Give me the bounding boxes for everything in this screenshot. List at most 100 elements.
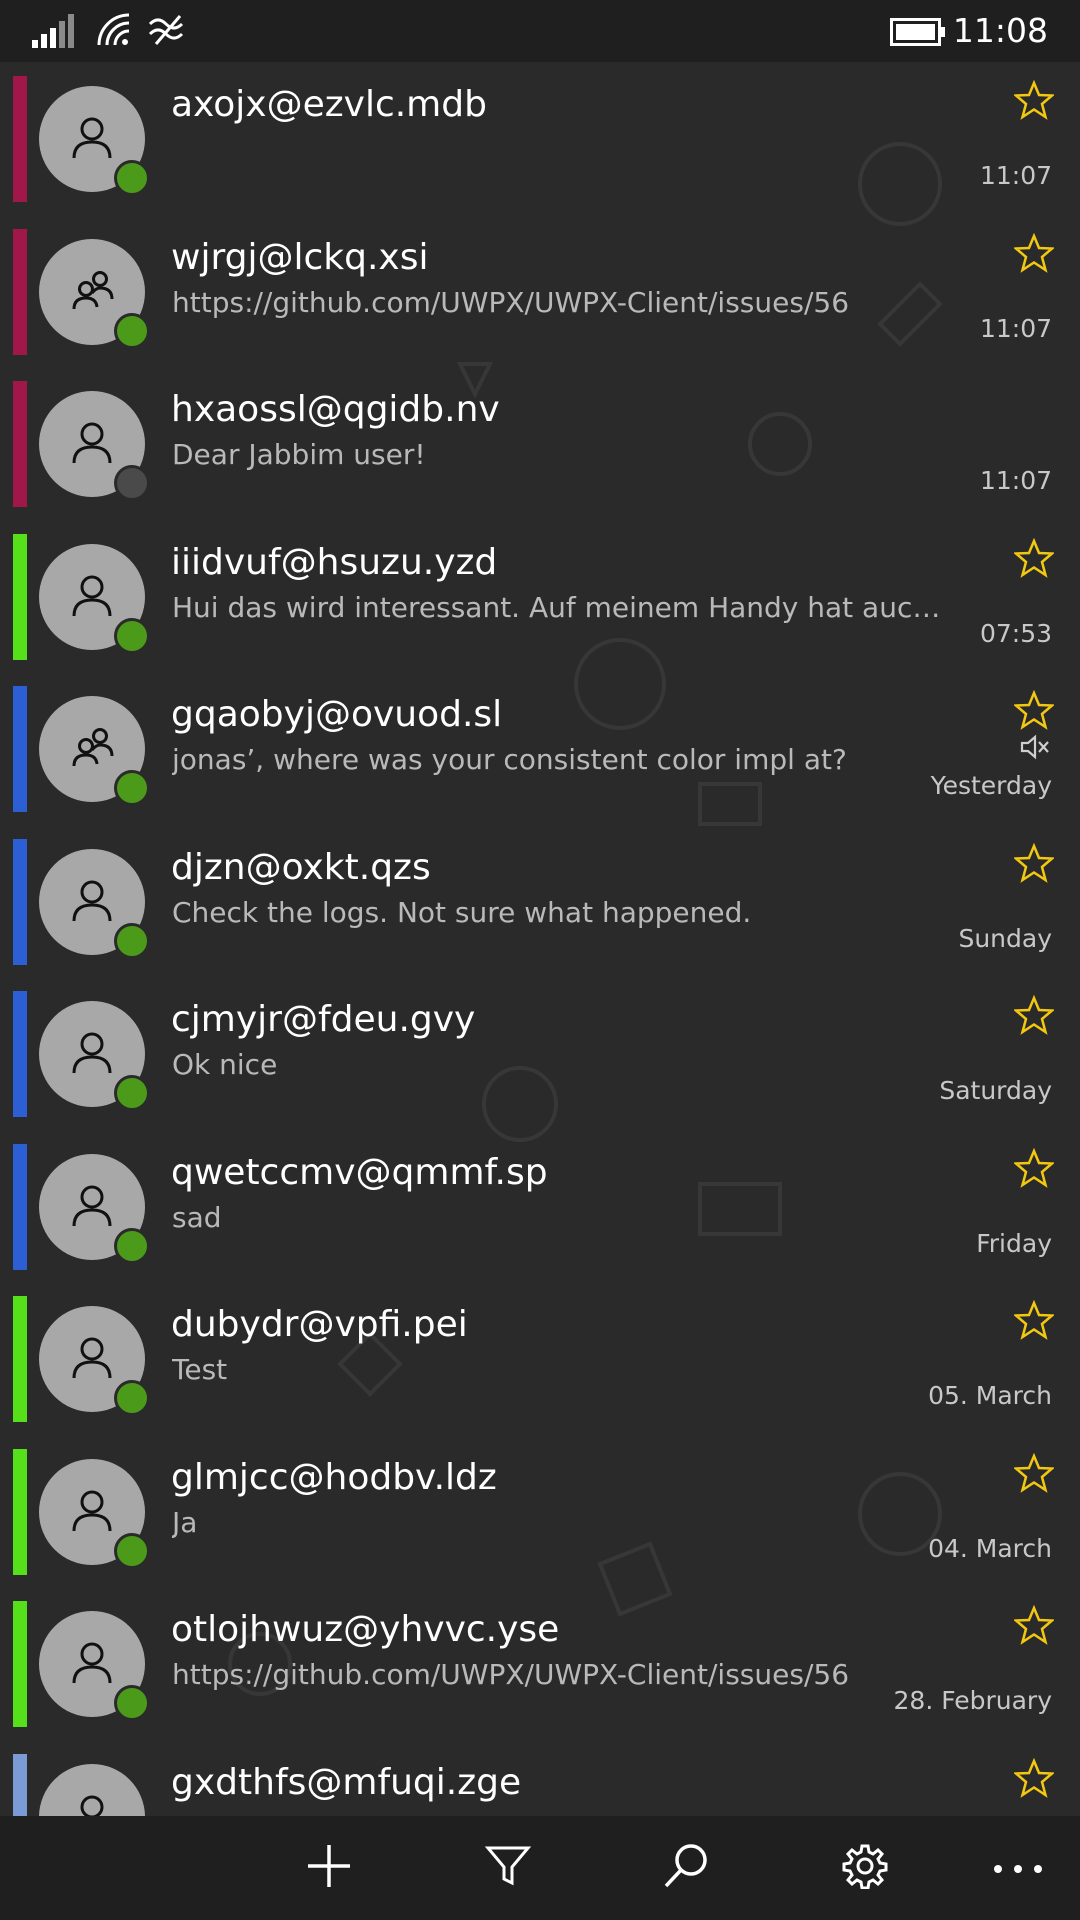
account-color-bar (13, 533, 27, 660)
chat-name: qwetccmv@qmmf.sp (171, 1151, 548, 1193)
avatar[interactable] (39, 1763, 145, 1816)
more-button[interactable] (988, 1838, 1048, 1898)
star-icon[interactable] (1012, 537, 1056, 578)
chat-list-item[interactable]: qwetccmv@qmmf.sp sad Friday (0, 1132, 1080, 1285)
more-icon (993, 1859, 1043, 1878)
chat-timestamp: 11:07 (979, 161, 1052, 190)
chat-name: glmjcc@hodbv.ldz (171, 1456, 497, 1498)
chat-last-message: sad (172, 1200, 222, 1234)
chat-name: axojx@ezvlc.mdb (171, 84, 487, 125)
search-button[interactable] (656, 1838, 716, 1898)
presence-indicator (114, 1532, 150, 1569)
star-icon[interactable] (1012, 1757, 1056, 1798)
chat-last-message: Dear Jabbim user! (172, 438, 426, 471)
star-icon[interactable] (1012, 1604, 1056, 1645)
presence-indicator (114, 1685, 150, 1721)
chat-name: wjrgj@lckq.xsi (171, 236, 429, 278)
presence-indicator (114, 1075, 150, 1111)
bottom-app-bar (0, 1816, 1080, 1920)
star-icon[interactable] (1012, 842, 1056, 883)
chat-timestamp: Friday (976, 1228, 1052, 1258)
add-button[interactable] (299, 1838, 359, 1898)
star-icon[interactable] (1012, 1147, 1056, 1188)
star-icon[interactable] (1012, 689, 1056, 730)
chat-list-item[interactable]: dubydr@vpfi.pei Test 05. March (0, 1284, 1080, 1437)
presence-indicator (114, 160, 150, 196)
status-bar: 11:08 (0, 0, 1080, 62)
presence-indicator (114, 1380, 150, 1416)
screen: 11:08 axojx@ezvlc.mdb 11:07 wjrgj@lckq.xsi… (0, 0, 1080, 1920)
filter-button[interactable] (478, 1838, 538, 1898)
chat-timestamp: 07:53 (979, 618, 1052, 648)
chat-last-message: Hui das wird interessant. Auf meinem Han… (172, 590, 952, 624)
chat-list-item[interactable]: iiidvuf@hsuzu.yzd Hui das wird interessan… (0, 522, 1080, 675)
account-color-bar (13, 686, 27, 812)
chat-timestamp: 11:07 (979, 313, 1052, 343)
chat-last-message: jonas’, where was your consistent color … (172, 743, 847, 776)
chat-timestamp: Sunday (958, 923, 1052, 953)
chat-timestamp: 28. February (893, 1686, 1052, 1715)
chat-list-item[interactable]: axojx@ezvlc.mdb 11:07 (0, 64, 1080, 217)
chat-last-message: Check the logs. Not sure what happened. (172, 895, 752, 929)
chat-timestamp: 11:07 (979, 466, 1052, 495)
account-color-bar (13, 1143, 27, 1270)
chat-timestamp: Yesterday (930, 771, 1052, 800)
account-color-bar (13, 381, 27, 507)
account-color-bar (13, 991, 27, 1117)
chat-list-item[interactable]: hxaossl@qgidb.nv Dear Jabbim user! 11:07 (0, 369, 1080, 522)
signal-icon (32, 14, 74, 52)
chat-list[interactable]: axojx@ezvlc.mdb 11:07 wjrgj@lckq.xsi https:… (0, 64, 1080, 1816)
mute-icon (1020, 734, 1050, 764)
chat-last-message: Ok nice (172, 1048, 278, 1081)
account-color-bar (13, 1753, 27, 1816)
status-time: 11:08 (952, 11, 1048, 50)
chat-list-item[interactable]: gqaobyj@ovuod.sl jonas’, where was your c… (0, 674, 1080, 827)
chat-name: iiidvuf@hsuzu.yzd (171, 541, 498, 583)
chat-timestamp: Saturday (939, 1076, 1052, 1105)
filter-icon (484, 1845, 532, 1891)
settings-icon (842, 1843, 888, 1893)
account-color-bar (13, 1601, 27, 1727)
chat-last-message: Test (172, 1353, 228, 1386)
star-icon[interactable] (1012, 232, 1056, 273)
presence-indicator (114, 922, 150, 959)
chat-list-item[interactable]: wjrgj@lckq.xsi https://github.com/UWPX/UW… (0, 217, 1080, 370)
chat-name: gxdthfs@mfuqi.zge (171, 1761, 522, 1803)
search-icon (663, 1843, 709, 1893)
add-icon (306, 1843, 352, 1893)
presence-indicator (114, 770, 150, 806)
account-color-bar (13, 76, 27, 202)
star-icon[interactable] (1012, 1452, 1056, 1493)
chat-name: dubydr@vpfi.pei (171, 1304, 468, 1345)
chat-name: cjmyjr@fdeu.gvy (171, 999, 476, 1040)
account-color-bar (13, 1296, 27, 1422)
chat-last-message: https://github.com/UWPX/UWPX-Client/issu… (172, 1658, 850, 1691)
chat-last-message: Ja (172, 1505, 198, 1539)
battery-icon (890, 18, 946, 50)
wifi-icon (96, 12, 132, 52)
chat-name: gqaobyj@ovuod.sl (171, 694, 503, 735)
presence-indicator (114, 465, 150, 501)
presence-indicator (114, 312, 150, 349)
star-icon[interactable] (1012, 994, 1056, 1035)
chat-list-item[interactable]: glmjcc@hodbv.ldz Ja 04. March (0, 1437, 1080, 1590)
account-color-bar (13, 1448, 27, 1575)
chat-name: djzn@oxkt.qzs (171, 846, 431, 888)
chat-list-item[interactable]: djzn@oxkt.qzs Check the logs. Not sure wh… (0, 827, 1080, 980)
star-icon[interactable] (1012, 1299, 1056, 1340)
chat-timestamp: 05. March (928, 1381, 1052, 1410)
settings-button[interactable] (835, 1838, 895, 1898)
chat-list-item[interactable]: cjmyjr@fdeu.gvy Ok nice Saturday (0, 979, 1080, 1132)
chat-name: hxaossl@qgidb.nv (171, 389, 500, 430)
chat-list-item[interactable]: otlojhwuz@yhvvc.yse https://github.com/UW… (0, 1589, 1080, 1742)
chat-timestamp: 04. March (928, 1533, 1052, 1563)
account-color-bar (13, 838, 27, 965)
chat-list-item[interactable]: gxdthfs@mfuqi.zge (0, 1742, 1080, 1816)
star-icon[interactable] (1012, 79, 1056, 120)
presence-indicator (114, 1227, 150, 1264)
presence-indicator (114, 617, 150, 654)
chat-name: otlojhwuz@yhvvc.yse (171, 1609, 560, 1650)
data-sense-icon (148, 14, 188, 50)
chat-last-message: https://github.com/UWPX/UWPX-Client/issu… (172, 285, 850, 319)
account-color-bar (13, 228, 27, 355)
